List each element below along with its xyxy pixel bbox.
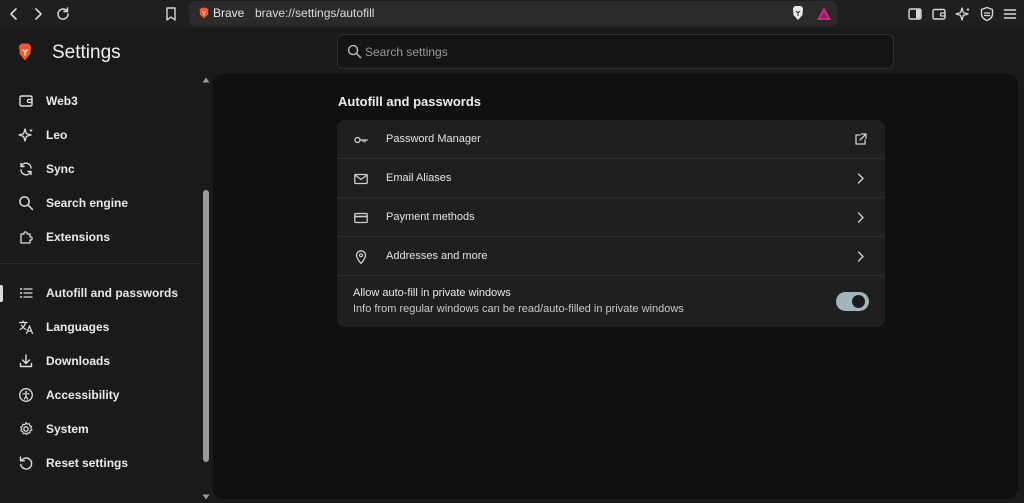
- address-bar[interactable]: Brave brave://settings/autofill: [189, 1, 837, 26]
- location-pin-icon: [355, 250, 367, 265]
- wallet-icon: [932, 8, 946, 20]
- settings-app: Settings Web3 Leo Sync Search engine Ext…: [0, 28, 1024, 503]
- sidebar-divider: [0, 263, 200, 264]
- private-autofill-toggle[interactable]: [836, 292, 869, 311]
- main-menu-button[interactable]: [999, 3, 1021, 25]
- external-link-icon[interactable]: [853, 132, 868, 147]
- autofill-card: Password Manager Email Aliases Payment m…: [337, 120, 885, 327]
- search-icon: [19, 196, 34, 211]
- mail-icon: [354, 173, 368, 185]
- download-icon: [19, 354, 33, 368]
- leo-sparkle-icon: [18, 128, 33, 142]
- rewards-triangle-icon[interactable]: [815, 5, 833, 22]
- sidebar-item-label: Sync: [46, 162, 75, 176]
- setting-description: Info from regular windows can be read/au…: [353, 303, 684, 315]
- sidebar-item-label: Languages: [46, 320, 110, 334]
- bookmark-icon: [166, 7, 176, 21]
- settings-main-panel: Autofill and passwords Password Manager …: [213, 74, 1018, 499]
- scroll-down-arrow-icon[interactable]: [202, 493, 210, 501]
- sidebar-item-label: Autofill and passwords: [46, 286, 179, 300]
- brave-logo-icon: [19, 43, 31, 61]
- row-label: Email Aliases: [386, 172, 452, 184]
- sidebar-item-label: System: [46, 422, 89, 436]
- row-label: Password Manager: [386, 133, 481, 145]
- row-label: Payment methods: [386, 211, 475, 223]
- sidebar-item-label: Extensions: [46, 230, 111, 244]
- page-title: Settings: [52, 42, 121, 63]
- hamburger-menu-icon: [1003, 9, 1017, 19]
- sidebar-item-search-engine[interactable]: Search engine: [0, 188, 200, 218]
- credit-card-icon: [354, 212, 368, 224]
- wallet-button[interactable]: [928, 3, 950, 25]
- sidebar-item-reset[interactable]: Reset settings: [0, 448, 200, 478]
- chevron-right-icon: [857, 173, 864, 184]
- gear-icon: [20, 421, 33, 436]
- payment-methods-row[interactable]: Payment methods: [337, 198, 885, 237]
- scroll-up-arrow-icon[interactable]: [202, 76, 210, 84]
- sync-icon: [20, 162, 32, 176]
- brave-lion-icon: [199, 7, 209, 19]
- search-input[interactable]: [365, 43, 865, 61]
- email-aliases-row[interactable]: Email Aliases: [337, 159, 885, 198]
- sidebar-item-label: Web3: [46, 94, 78, 108]
- row-label: Addresses and more: [386, 250, 488, 262]
- browser-toolbar: Brave brave://settings/autofill: [0, 0, 1024, 28]
- site-name: Brave: [213, 6, 245, 20]
- url-text[interactable]: brave://settings/autofill: [255, 6, 374, 20]
- setting-title: Allow auto-fill in private windows: [353, 287, 511, 299]
- back-button[interactable]: [3, 3, 25, 25]
- translate-icon: [18, 320, 34, 335]
- chevron-right-icon: [857, 251, 864, 262]
- brave-shields-icon[interactable]: [790, 5, 806, 22]
- sidebar-item-sync[interactable]: Sync: [0, 154, 200, 184]
- addresses-row[interactable]: Addresses and more: [337, 237, 885, 276]
- puzzle-icon: [20, 231, 33, 244]
- reset-icon: [19, 456, 33, 470]
- leo-button[interactable]: [952, 3, 974, 25]
- active-indicator: [0, 285, 3, 302]
- scrollbar-thumb[interactable]: [203, 190, 209, 462]
- chevron-right-icon: [35, 8, 42, 20]
- accessibility-icon: [19, 388, 33, 402]
- private-autofill-setting: Allow auto-fill in private windows Info …: [337, 276, 885, 327]
- sidebar-item-extensions[interactable]: Extensions: [0, 222, 200, 252]
- sidebar-item-web3[interactable]: Web3: [0, 86, 200, 116]
- forward-button[interactable]: [27, 3, 49, 25]
- sidebar-item-label: Accessibility: [46, 388, 120, 402]
- sidebar-item-label: Reset settings: [46, 456, 129, 470]
- toggle-knob: [852, 295, 865, 308]
- wallet-icon: [19, 95, 33, 107]
- section-title: Autofill and passwords: [338, 94, 482, 109]
- settings-header: Settings: [0, 28, 1024, 74]
- sidebar-item-languages[interactable]: Languages: [0, 312, 200, 342]
- chevron-right-icon: [857, 212, 864, 223]
- sidebar-scrollbar[interactable]: [200, 74, 212, 503]
- sidebar-item-label: Leo: [46, 128, 68, 142]
- sidebar-item-autofill[interactable]: Autofill and passwords: [0, 278, 200, 308]
- leo-sparkle-icon: [955, 7, 970, 21]
- search-box[interactable]: [337, 34, 894, 69]
- search-icon: [347, 44, 362, 59]
- sidebar-item-system[interactable]: System: [0, 414, 200, 444]
- sidebar-item-accessibility[interactable]: Accessibility: [0, 380, 200, 410]
- sidebar-item-label: Search engine: [46, 196, 129, 210]
- chevron-left-icon: [10, 8, 17, 20]
- sidebar-panel-icon: [908, 8, 922, 20]
- bookmark-button[interactable]: [160, 3, 182, 25]
- sidebar-item-label: Downloads: [46, 354, 111, 368]
- sidebar-item-downloads[interactable]: Downloads: [0, 346, 200, 376]
- key-icon: [354, 136, 369, 144]
- sidebar-item-leo[interactable]: Leo: [0, 120, 200, 150]
- sidebar-toggle-button[interactable]: [904, 3, 926, 25]
- password-manager-row[interactable]: Password Manager: [337, 120, 885, 159]
- list-icon: [20, 288, 33, 298]
- vpn-shield-icon: [980, 6, 994, 22]
- settings-sidebar: Web3 Leo Sync Search engine Extensions A…: [0, 74, 200, 503]
- vpn-button[interactable]: [976, 3, 998, 25]
- reload-button[interactable]: [52, 3, 74, 25]
- reload-icon: [57, 7, 69, 20]
